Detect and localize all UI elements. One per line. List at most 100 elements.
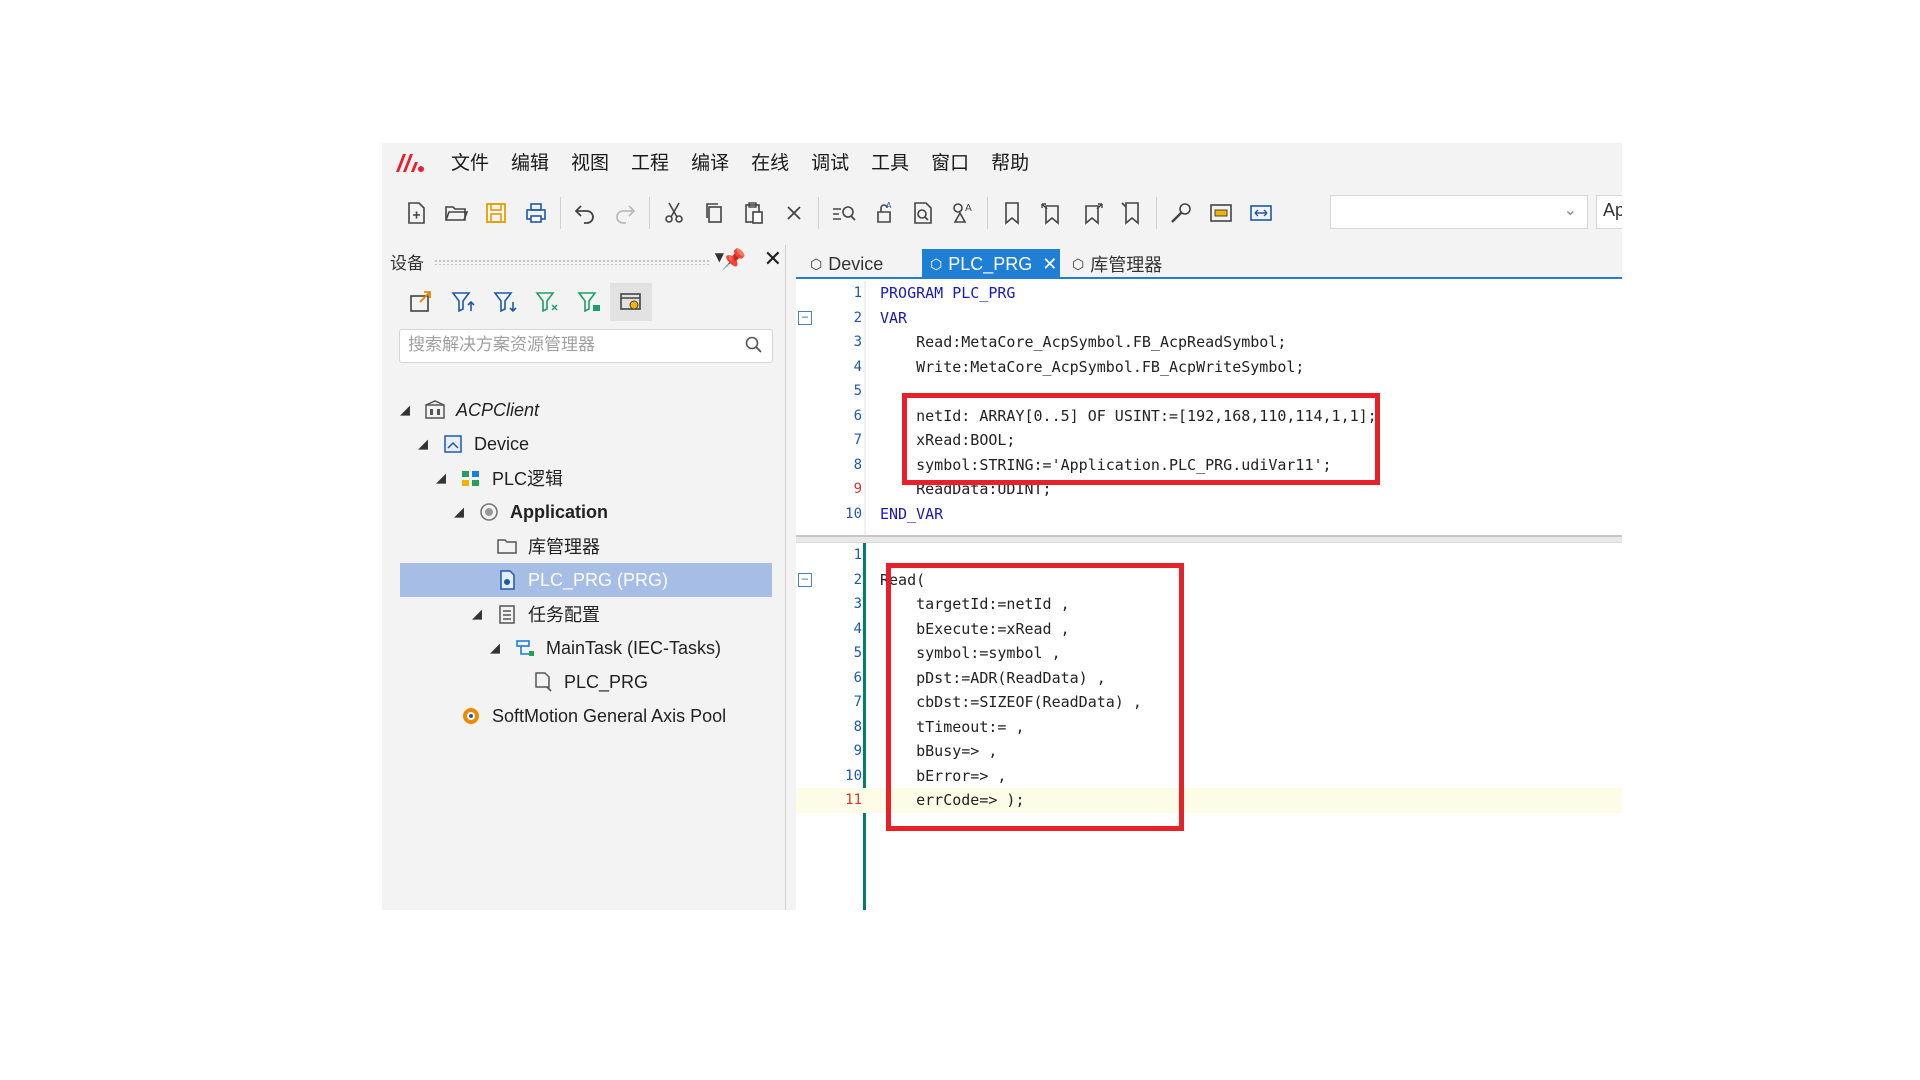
search-input[interactable] (408, 335, 728, 355)
paste-icon[interactable] (734, 193, 774, 233)
tree-item-label: 任务配置 (528, 605, 600, 625)
bookmark-prev-icon[interactable] (1032, 193, 1072, 233)
fold-toggle-icon[interactable]: − (798, 310, 812, 325)
tab-label: 库管理器 (1090, 255, 1163, 275)
device-config-icon[interactable] (610, 283, 652, 321)
expand-icon[interactable] (1241, 193, 1281, 233)
tools-wrench-icon[interactable] (1161, 193, 1201, 233)
menu-tools[interactable]: 工具 (860, 143, 920, 183)
tree-item-plc-prg-call[interactable]: PLC_PRG (382, 665, 786, 699)
tree-item-softmotion-axis-pool[interactable]: SoftMotion General Axis Pool (382, 699, 786, 733)
tree-item-application[interactable]: ◢ Application (382, 495, 786, 529)
toolbar-combobox-2[interactable]: Ap (1596, 195, 1622, 229)
solution-search-box[interactable] (399, 329, 773, 363)
bookmark-icon[interactable] (992, 193, 1032, 233)
close-tab-icon[interactable]: ✕ (1042, 254, 1057, 275)
tree-item-task-config[interactable]: ◢ 任务配置 (382, 597, 786, 631)
print-icon[interactable] (516, 193, 556, 233)
devices-panel: 设备 ▼ 📌 ✕ ◢ ACPClient (382, 245, 786, 910)
code-text: Write:MetaCore_AcpSymbol.FB_AcpWriteSymb… (880, 357, 1305, 376)
replace-all-icon[interactable]: A (943, 193, 983, 233)
tree-item-label: PLC逻辑 (492, 469, 564, 489)
tab-label: PLC_PRG (948, 253, 1033, 274)
tree-item-plc-logic[interactable]: ◢ PLC逻辑 (382, 461, 786, 495)
fold-toggle-icon[interactable]: − (798, 572, 812, 587)
device-icon (444, 435, 462, 453)
open-folder-icon[interactable] (436, 193, 476, 233)
new-file-icon[interactable] (396, 193, 436, 233)
filter-clear-icon[interactable] (568, 283, 610, 321)
menu-window[interactable]: 窗口 (920, 143, 980, 183)
program-call-icon (535, 672, 552, 692)
highlight-box-declaration (902, 393, 1380, 485)
line-number: 6 (853, 669, 862, 686)
code-text: VAR (880, 308, 908, 327)
code-line: 4 Write:MetaCore_AcpSymbol.FB_AcpWriteSy… (796, 355, 1622, 380)
code-editor: ⬡ Device ⬡ PLC_PRG ✕ ⬡ 库管理器 1 PROGRAM PLC… (796, 245, 1622, 910)
collapse-arrow-icon[interactable]: ◢ (436, 470, 446, 486)
pin-icon[interactable]: 📌 (721, 247, 746, 271)
menu-view[interactable]: 视图 (560, 143, 620, 183)
line-number: 1 (853, 547, 862, 564)
tree-item-device[interactable]: ◢ Device (382, 427, 786, 461)
delete-icon[interactable] (774, 193, 814, 233)
implementation-pane[interactable]: 1 −2 Read( 3 targetId:=netId , 4 bExecute… (796, 543, 1622, 910)
filter-icon[interactable] (526, 283, 568, 321)
declaration-pane[interactable]: 1 PROGRAM PLC_PRG − 2 VAR 3 Read:MetaCore_A… (796, 281, 1622, 535)
pane-splitter[interactable] (796, 535, 1622, 543)
collapse-arrow-icon[interactable]: ◢ (472, 606, 482, 622)
panel-grip (434, 259, 710, 265)
toolbar-combobox[interactable]: ⌄ (1330, 195, 1588, 229)
highlight-box-implementation (886, 563, 1184, 831)
tree-item-label: 库管理器 (528, 537, 600, 557)
find-icon[interactable] (823, 193, 863, 233)
code-line: 1 PROGRAM PLC_PRG (796, 281, 1622, 306)
tree-item-label: PLC_PRG (PRG) (528, 569, 669, 590)
tab-plc-prg[interactable]: ⬡ PLC_PRG ✕ (922, 249, 1060, 279)
collapse-arrow-icon[interactable]: ◢ (418, 436, 428, 452)
menu-project[interactable]: 工程 (620, 143, 680, 183)
panel-title: 设备 (390, 253, 424, 274)
svg-text:A: A (965, 203, 972, 214)
tab-device[interactable]: ⬡ Device (802, 249, 920, 279)
menu-edit[interactable]: 编辑 (500, 143, 560, 183)
search-icon[interactable] (744, 335, 764, 355)
redo-icon[interactable] (605, 193, 645, 233)
tree-item-library-manager[interactable]: 库管理器 (382, 529, 786, 563)
tab-library-manager[interactable]: ⬡ 库管理器 (1064, 249, 1184, 279)
replace-icon[interactable]: A (863, 193, 903, 233)
menu-online[interactable]: 在线 (740, 143, 800, 183)
cut-icon[interactable] (654, 193, 694, 233)
menu-help[interactable]: 帮助 (980, 143, 1040, 183)
collapse-arrow-icon[interactable]: ◢ (490, 640, 500, 656)
bookmark-clear-icon[interactable] (1112, 193, 1152, 233)
code-text: END_VAR (880, 504, 944, 523)
menu-debug[interactable]: 调试 (800, 143, 860, 183)
line-number: 3 (853, 596, 862, 613)
bookmark-next-icon[interactable] (1072, 193, 1112, 233)
menu-file[interactable]: 文件 (440, 143, 500, 183)
tree-item-acpclient[interactable]: ◢ ACPClient (382, 393, 786, 427)
filter-down-icon[interactable] (484, 283, 526, 321)
tree-item-label: ACPClient (456, 399, 540, 420)
toolbar-divider (649, 197, 650, 229)
tree-item-plc-prg[interactable]: PLC_PRG (PRG) (400, 563, 772, 597)
tree-item-label: Device (474, 433, 530, 454)
filter-up-icon[interactable] (442, 283, 484, 321)
line-number: 7 (853, 432, 862, 449)
code-text: Read:MetaCore_AcpSymbol.FB_AcpReadSymbol… (880, 333, 1287, 352)
menu-build[interactable]: 编译 (680, 143, 740, 183)
line-number: 1 (853, 285, 862, 302)
copy-icon[interactable] (694, 193, 734, 233)
close-icon[interactable]: ✕ (764, 247, 782, 272)
save-icon[interactable] (476, 193, 516, 233)
find-in-project-icon[interactable] (903, 193, 943, 233)
collapse-arrow-icon[interactable]: ◢ (454, 504, 464, 520)
collapse-arrow-icon[interactable]: ◢ (400, 402, 410, 418)
window-icon[interactable] (1201, 193, 1241, 233)
undo-icon[interactable] (565, 193, 605, 233)
export-icon[interactable] (400, 283, 442, 321)
chevron-down-icon: ⌄ (1563, 200, 1577, 219)
tree-item-maintask[interactable]: ◢ MainTask (IEC-Tasks) (382, 631, 786, 665)
line-number: 9 (853, 481, 862, 498)
